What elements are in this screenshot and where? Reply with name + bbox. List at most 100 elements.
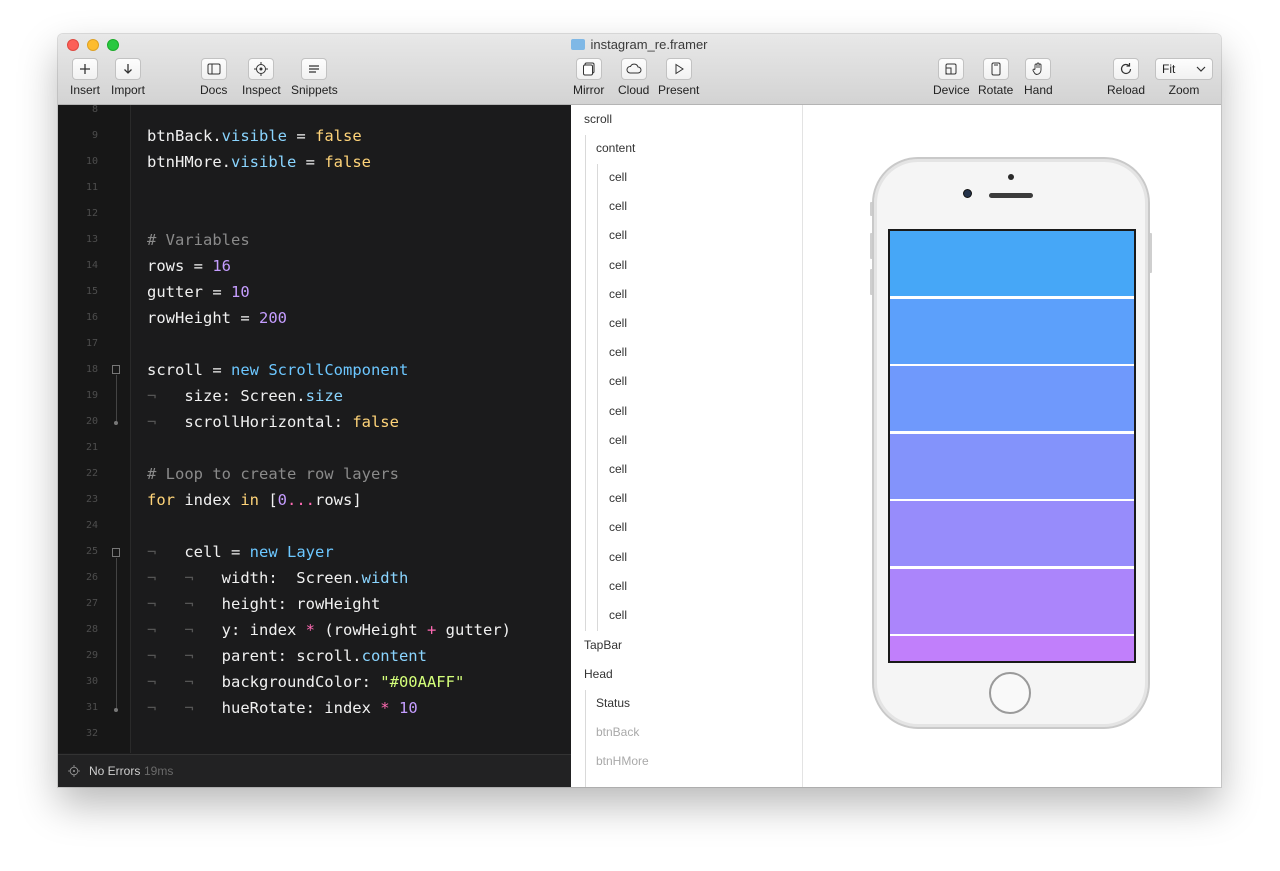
- cloud-button[interactable]: Cloud: [618, 58, 649, 97]
- layer-cell[interactable]: cell: [609, 338, 627, 367]
- layer-scroll[interactable]: scroll: [584, 105, 612, 134]
- layer-cell[interactable]: cell: [609, 484, 627, 513]
- layer-cell[interactable]: cell: [609, 367, 627, 396]
- code-line[interactable]: 20 ¬ scrollHorizontal: false: [58, 409, 571, 435]
- fold-toggle-cell[interactable]: [112, 548, 120, 557]
- code-token: rowHeight =: [147, 309, 259, 327]
- code-token: visible: [231, 153, 297, 171]
- code-line[interactable]: 24: [58, 513, 571, 539]
- layer-cell[interactable]: cell: [609, 601, 627, 630]
- code-token: scroll =: [147, 361, 231, 379]
- code-line[interactable]: 15 gutter = 10: [58, 279, 571, 305]
- code-token: in: [240, 491, 259, 509]
- layer-content[interactable]: content: [596, 134, 635, 163]
- inspect-button[interactable]: Inspect: [242, 58, 281, 97]
- code-line[interactable]: 14 rows = 16: [58, 253, 571, 279]
- zoom-control[interactable]: Fit Zoom: [1155, 58, 1213, 97]
- code-line[interactable]: 29 ¬ ¬ parent: scroll.content: [58, 643, 571, 669]
- code-line[interactable]: 27 ¬ ¬ height: rowHeight: [58, 591, 571, 617]
- error-status: No Errors: [89, 764, 141, 778]
- code-line[interactable]: 21: [58, 435, 571, 461]
- code-line[interactable]: 16 rowHeight = 200: [58, 305, 571, 331]
- layer-btnhmore[interactable]: btnHMore: [596, 747, 649, 776]
- code-line[interactable]: 23 for index in [0...rows]: [58, 487, 571, 513]
- code-line[interactable]: 13 # Variables: [58, 227, 571, 253]
- device-preview[interactable]: [803, 105, 1221, 787]
- layer-cell[interactable]: cell: [609, 221, 627, 250]
- line-number: 24: [85, 520, 98, 531]
- code-line[interactable]: 11: [58, 175, 571, 201]
- insert-button[interactable]: Insert: [70, 58, 100, 97]
- layer-cell[interactable]: cell: [609, 163, 627, 192]
- snippets-button[interactable]: Snippets: [291, 58, 338, 97]
- preview-cell: [890, 231, 1134, 296]
- layer-cell[interactable]: cell: [609, 455, 627, 484]
- code-token: new: [231, 361, 259, 379]
- line-number: 27: [85, 598, 98, 609]
- line-number: 23: [85, 494, 98, 505]
- window-title: instagram_re.framer: [58, 37, 1221, 52]
- device-button[interactable]: Device: [933, 58, 970, 97]
- line-number: 20: [85, 416, 98, 427]
- line-number: 31: [85, 702, 98, 713]
- code-line[interactable]: 26 ¬ ¬ width: Screen.width: [58, 565, 571, 591]
- layer-tapbar[interactable]: TapBar: [584, 631, 622, 660]
- layer-status[interactable]: Status: [596, 689, 630, 718]
- reload-icon: [1120, 63, 1132, 75]
- code-token: 10: [231, 283, 250, 301]
- code-token: ¬ ¬: [147, 569, 222, 587]
- code-line[interactable]: 17: [58, 331, 571, 357]
- code-text: rows = 16: [147, 253, 231, 279]
- docs-button[interactable]: Docs: [200, 58, 227, 97]
- code-line[interactable]: 9 btnBack.visible = false: [58, 123, 571, 149]
- code-line[interactable]: 18 scroll = new ScrollComponent: [58, 357, 571, 383]
- home-button[interactable]: [989, 672, 1031, 714]
- code-token: # Variables: [147, 231, 250, 249]
- layer-cell[interactable]: cell: [609, 572, 627, 601]
- code-token: 0: [277, 491, 288, 509]
- code-token: =: [296, 153, 325, 171]
- code-line[interactable]: 19 ¬ size: Screen.size: [58, 383, 571, 409]
- code-text: # Variables: [147, 227, 250, 253]
- layer-btnback[interactable]: btnBack: [596, 718, 639, 747]
- device-screen[interactable]: [888, 229, 1136, 663]
- layer-cell[interactable]: cell: [609, 309, 627, 338]
- code-line[interactable]: 22 # Loop to create row layers: [58, 461, 571, 487]
- code-text: scroll = new ScrollComponent: [147, 357, 408, 383]
- layer-cell[interactable]: cell: [609, 397, 627, 426]
- layer-head[interactable]: Head: [584, 660, 613, 689]
- code-line[interactable]: 32: [58, 721, 571, 747]
- hand-icon: [1032, 62, 1042, 75]
- code-line[interactable]: 10 btnHMore.visible = false: [58, 149, 571, 175]
- layer-cell[interactable]: cell: [609, 543, 627, 572]
- present-button[interactable]: Present: [658, 58, 699, 97]
- code-text: rowHeight = 200: [147, 305, 287, 331]
- layer-cell[interactable]: cell: [609, 251, 627, 280]
- code-line[interactable]: 31 ¬ ¬ hueRotate: index * 10: [58, 695, 571, 721]
- code-token: index: [175, 491, 241, 509]
- code-text: ¬ ¬ width: Screen.width: [147, 565, 408, 591]
- import-button[interactable]: Import: [111, 58, 145, 97]
- hand-button[interactable]: Hand: [1024, 58, 1053, 97]
- code-line[interactable]: 28 ¬ ¬ y: index * (rowHeight + gutter): [58, 617, 571, 643]
- layer-cell[interactable]: cell: [609, 426, 627, 455]
- code-token: *: [380, 699, 390, 717]
- code-line[interactable]: 25 ¬ cell = new Layer: [58, 539, 571, 565]
- code-text: ¬ ¬ hueRotate: index * 10: [147, 695, 418, 721]
- code-line[interactable]: 12: [58, 201, 571, 227]
- code-text: for index in [0...rows]: [147, 487, 362, 513]
- mirror-button[interactable]: Mirror: [573, 58, 604, 97]
- code-line[interactable]: 30 ¬ ¬ backgroundColor: "#00AAFF": [58, 669, 571, 695]
- layer-cell[interactable]: cell: [609, 280, 627, 309]
- layer-cell[interactable]: cell: [609, 192, 627, 221]
- zoom-select[interactable]: Fit: [1155, 58, 1213, 80]
- code-token: Layer: [287, 543, 334, 561]
- code-token: width: Screen.: [221, 569, 362, 587]
- fold-toggle-scroll[interactable]: [112, 365, 120, 374]
- layer-cell[interactable]: cell: [609, 513, 627, 542]
- reload-button[interactable]: Reload: [1107, 58, 1145, 97]
- code-line[interactable]: 8: [58, 97, 571, 123]
- code-editor[interactable]: 8 9 btnBack.visible = false 10 btnHMore.visi…: [58, 104, 571, 787]
- rotate-button[interactable]: Rotate: [978, 58, 1013, 97]
- line-number: 32: [85, 728, 98, 739]
